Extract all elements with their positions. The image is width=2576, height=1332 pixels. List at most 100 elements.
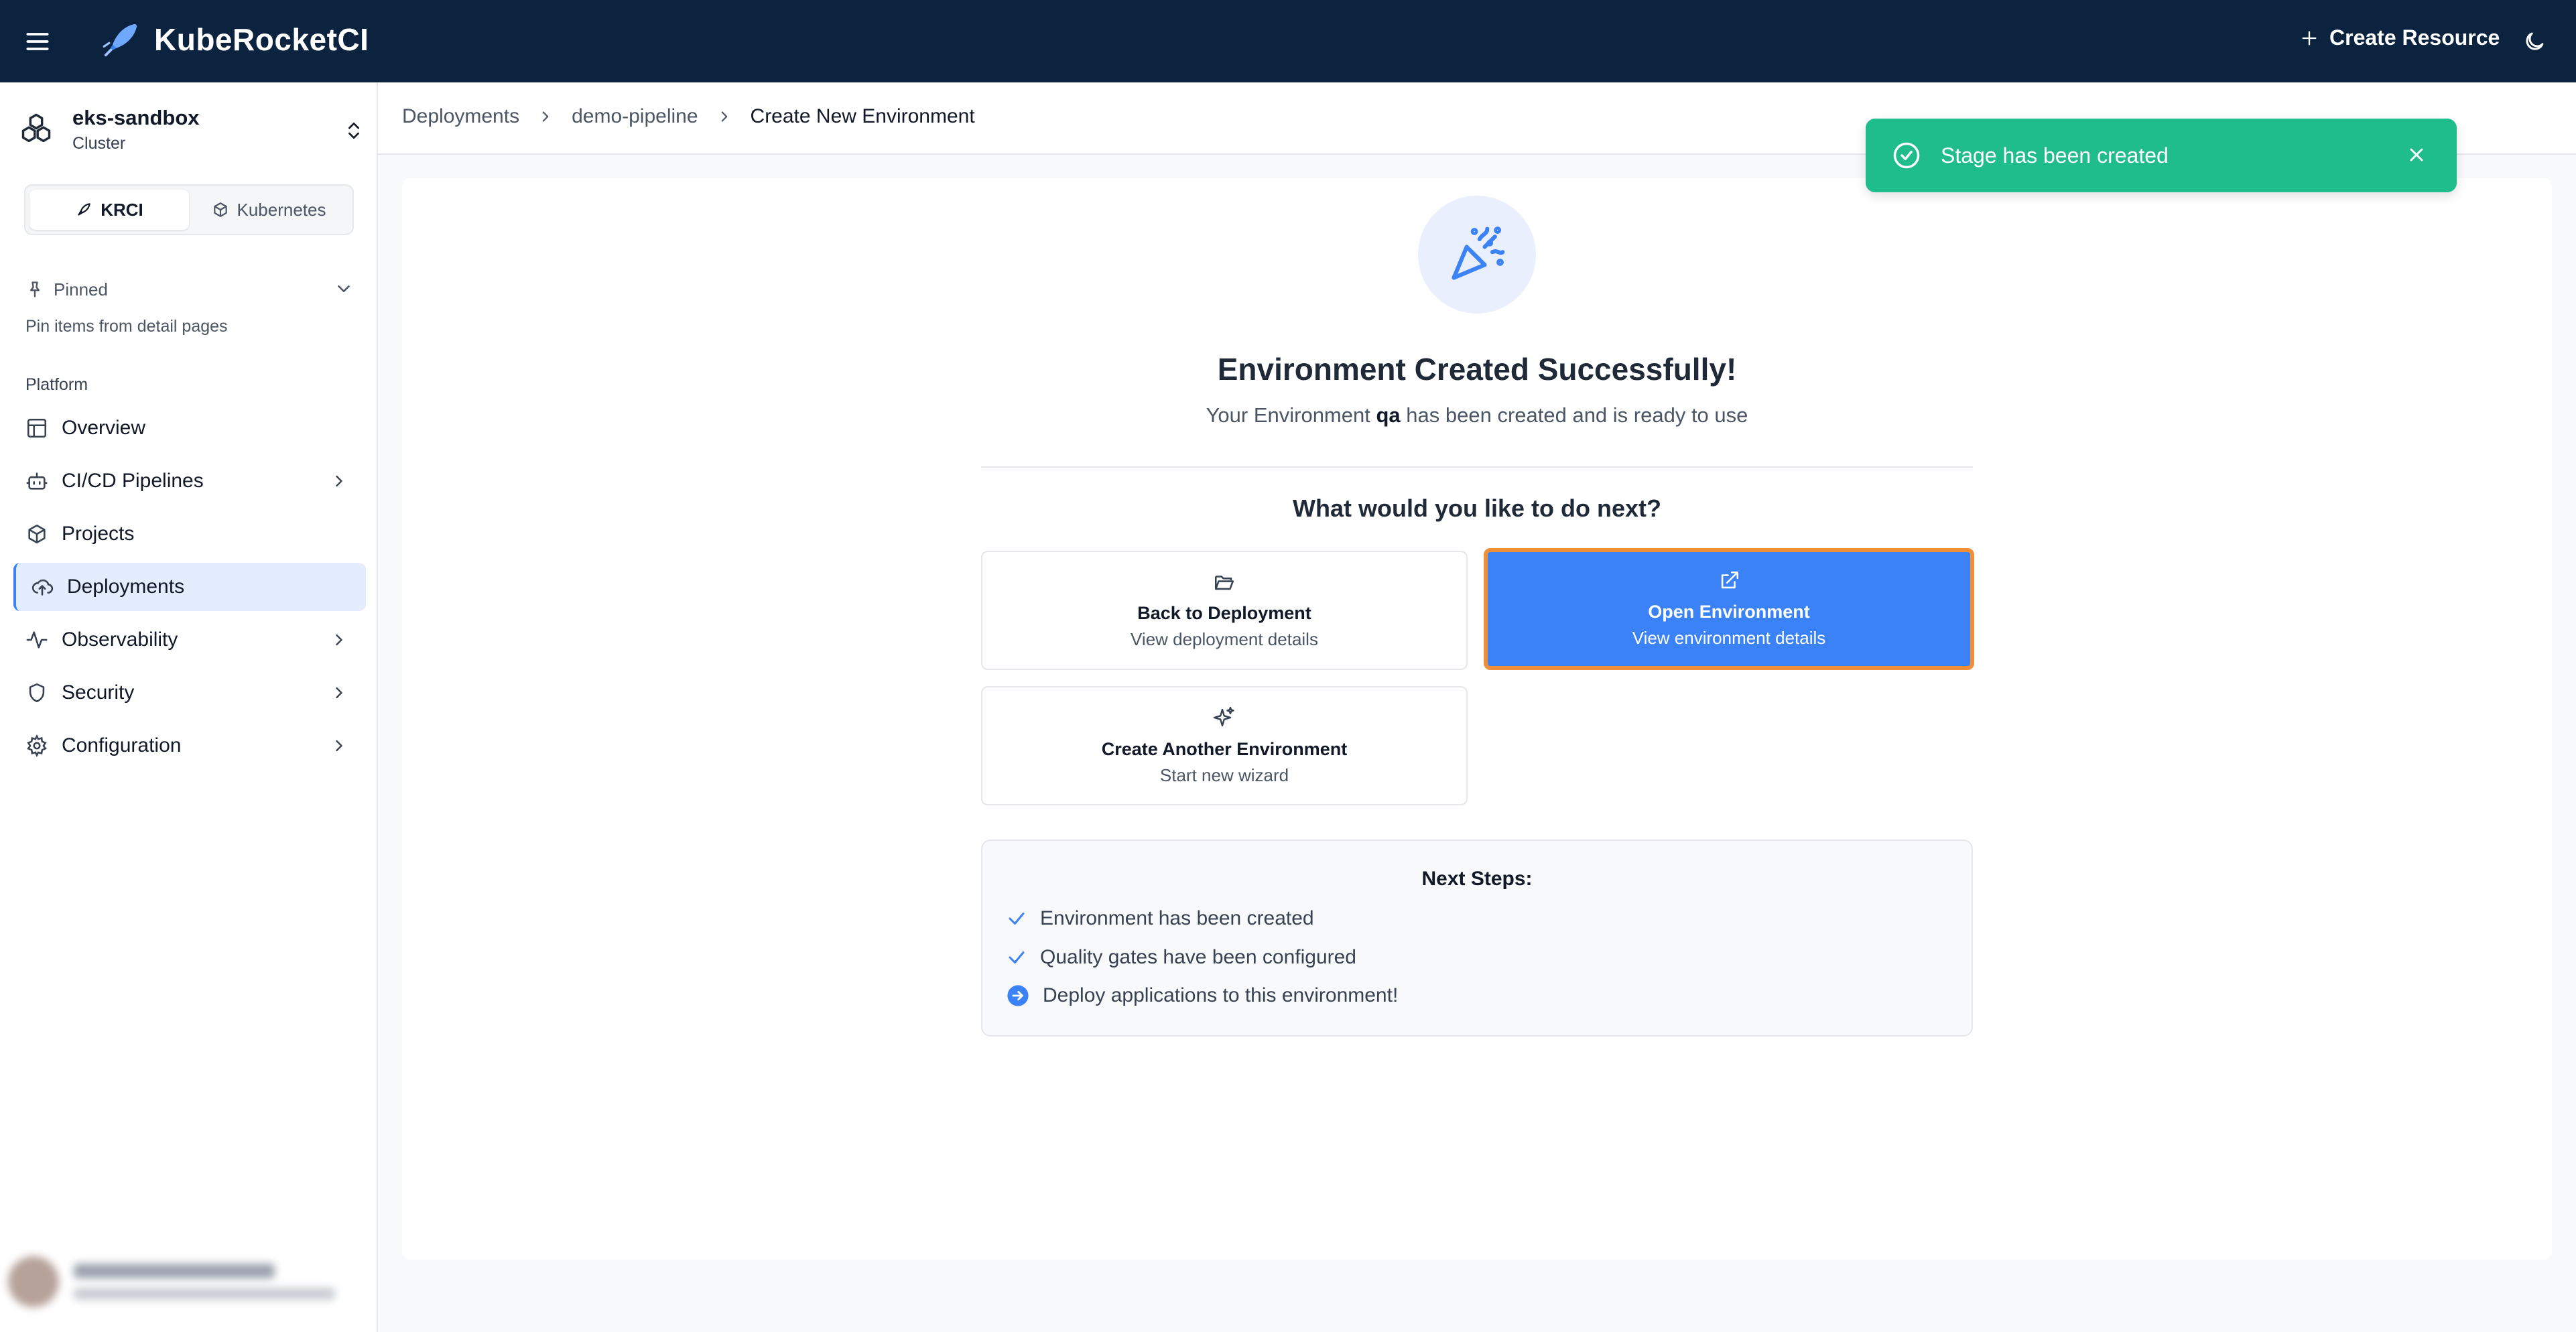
brand-logo[interactable]: KubeRocketCI bbox=[101, 19, 369, 60]
brand-name: KubeRocketCI bbox=[154, 22, 369, 57]
sidebar-item-label: Overview bbox=[62, 417, 146, 439]
chevron-right-icon bbox=[537, 108, 554, 125]
success-title: Environment Created Successfully! bbox=[1217, 352, 1737, 387]
sidebar-item-cicd-pipelines[interactable]: CI/CD Pipelines bbox=[13, 457, 366, 505]
next-steps-panel: Next Steps: Environment has been created… bbox=[981, 840, 1973, 1037]
gear-icon bbox=[25, 734, 48, 757]
divider bbox=[981, 466, 1973, 468]
chevron-right-icon bbox=[330, 630, 348, 649]
plus-icon bbox=[2300, 29, 2319, 48]
create-resource-label: Create Resource bbox=[2329, 25, 2500, 50]
sparkles-icon bbox=[1212, 706, 1236, 730]
sidebar-item-label: Security bbox=[62, 681, 135, 704]
chevron-right-icon bbox=[330, 472, 348, 490]
sidebar-item-observability[interactable]: Observability bbox=[13, 616, 366, 664]
open-environment-desc: View environment details bbox=[1632, 628, 1826, 648]
platform-section-label: Platform bbox=[25, 375, 88, 394]
list-item: Environment has been created bbox=[1007, 907, 1314, 930]
create-another-label: Create Another Environment bbox=[1101, 739, 1348, 759]
cube-icon bbox=[212, 201, 229, 218]
external-link-icon bbox=[1718, 570, 1740, 592]
overview-icon bbox=[25, 417, 48, 440]
rocket-logo-icon bbox=[101, 19, 142, 60]
breadcrumb-deployments[interactable]: Deployments bbox=[402, 105, 519, 128]
chevron-right-icon bbox=[716, 108, 733, 125]
sidebar-item-label: Deployments bbox=[67, 576, 185, 598]
chevron-right-icon bbox=[330, 683, 348, 702]
success-panel bbox=[402, 178, 2552, 1260]
box-icon bbox=[25, 523, 48, 545]
create-resource-button[interactable]: Create Resource bbox=[2300, 25, 2500, 50]
sidebar-item-projects[interactable]: Projects bbox=[13, 510, 366, 558]
next-actions-heading: What would you like to do next? bbox=[1293, 494, 1661, 522]
step-text: Deploy applications to this environment! bbox=[1043, 984, 1399, 1006]
success-subtitle: Your Environment qa has been created and… bbox=[981, 403, 1973, 427]
tab-krci-label: KRCI bbox=[101, 199, 143, 220]
sidebar-item-label: Projects bbox=[62, 523, 135, 545]
cluster-name: eks-sandbox bbox=[72, 105, 200, 129]
sidebar-item-label: CI/CD Pipelines bbox=[62, 470, 204, 492]
hamburger-menu-icon[interactable] bbox=[23, 27, 52, 56]
create-another-desc: Start new wizard bbox=[1159, 765, 1289, 785]
sidebar-item-label: Observability bbox=[62, 628, 178, 651]
create-another-environment-button[interactable]: Create Another Environment Start new wiz… bbox=[981, 686, 1468, 805]
chevron-right-icon bbox=[330, 736, 348, 755]
sidebar-item-configuration[interactable]: Configuration bbox=[13, 722, 366, 770]
back-to-deployment-button[interactable]: Back to Deployment View deployment detai… bbox=[981, 551, 1468, 670]
pinned-label: Pinned bbox=[54, 279, 108, 299]
breadcrumb-current-page: Create New Environment bbox=[750, 105, 975, 127]
bot-icon bbox=[25, 470, 48, 492]
top-header: KubeRocketCI Create Resource bbox=[0, 0, 2576, 82]
cluster-switcher[interactable]: eks-sandbox Cluster bbox=[19, 103, 365, 156]
sidebar: eks-sandbox Cluster KRCI Kubernetes Pinn… bbox=[0, 82, 378, 1332]
back-to-deployment-desc: View deployment details bbox=[1131, 629, 1318, 649]
user-email-redacted bbox=[74, 1288, 335, 1300]
rocket-icon bbox=[75, 201, 92, 218]
open-environment-label: Open Environment bbox=[1648, 602, 1810, 622]
environment-name: qa bbox=[1376, 403, 1401, 427]
chevron-up-down-icon bbox=[343, 119, 365, 143]
sidebar-item-label: Configuration bbox=[62, 734, 182, 756]
sidebar-item-deployments[interactable]: Deployments bbox=[13, 563, 366, 611]
arrow-right-circle-icon bbox=[1007, 984, 1043, 1007]
cluster-icon bbox=[19, 112, 54, 147]
avatar bbox=[8, 1256, 59, 1307]
folder-open-icon bbox=[1213, 571, 1236, 594]
check-icon bbox=[1007, 909, 1040, 929]
party-popper-icon bbox=[1446, 224, 1508, 285]
sidebar-item-overview[interactable]: Overview bbox=[13, 404, 366, 452]
check-circle-icon bbox=[1892, 141, 1921, 170]
tab-krci[interactable]: KRCI bbox=[29, 190, 189, 230]
tab-kubernetes[interactable]: Kubernetes bbox=[189, 190, 348, 230]
next-steps-title: Next Steps: bbox=[1421, 868, 1533, 890]
subtitle-prefix: Your Environment bbox=[1206, 403, 1376, 427]
step-text: Environment has been created bbox=[1040, 907, 1314, 929]
pinned-section-toggle[interactable]: Pinned bbox=[25, 275, 354, 304]
breadcrumb: Deployments demo-pipeline Create New Env… bbox=[402, 105, 975, 128]
sidebar-nav: Overview CI/CD Pipelines Projects Deploy… bbox=[13, 404, 366, 775]
step-text: Quality gates have been configured bbox=[1040, 946, 1356, 968]
activity-icon bbox=[25, 628, 48, 651]
shield-icon bbox=[25, 681, 48, 704]
success-toast: Stage has been created bbox=[1866, 119, 2457, 192]
check-icon bbox=[1007, 947, 1040, 968]
cloud-upload-icon bbox=[31, 576, 54, 598]
breadcrumb-demo-pipeline[interactable]: demo-pipeline bbox=[572, 105, 698, 128]
list-item: Quality gates have been configured bbox=[1007, 946, 1356, 969]
pin-icon bbox=[25, 280, 44, 299]
mode-toggle: KRCI Kubernetes bbox=[24, 184, 354, 235]
list-item: Deploy applications to this environment! bbox=[1007, 984, 1398, 1007]
chevron-down-icon bbox=[334, 279, 354, 299]
sidebar-item-security[interactable]: Security bbox=[13, 669, 366, 717]
moon-icon[interactable] bbox=[2522, 29, 2547, 54]
success-badge bbox=[1418, 196, 1536, 314]
back-to-deployment-label: Back to Deployment bbox=[1137, 603, 1311, 623]
toast-message: Stage has been created bbox=[1941, 143, 2169, 168]
pinned-hint: Pin items from detail pages bbox=[25, 317, 228, 336]
close-icon[interactable] bbox=[2406, 144, 2427, 165]
cluster-type: Cluster bbox=[72, 133, 126, 153]
open-environment-button[interactable]: Open Environment View environment detail… bbox=[1484, 548, 1974, 670]
tab-kubernetes-label: Kubernetes bbox=[237, 199, 326, 220]
user-profile-menu[interactable] bbox=[8, 1250, 363, 1314]
user-name-redacted bbox=[74, 1264, 275, 1278]
